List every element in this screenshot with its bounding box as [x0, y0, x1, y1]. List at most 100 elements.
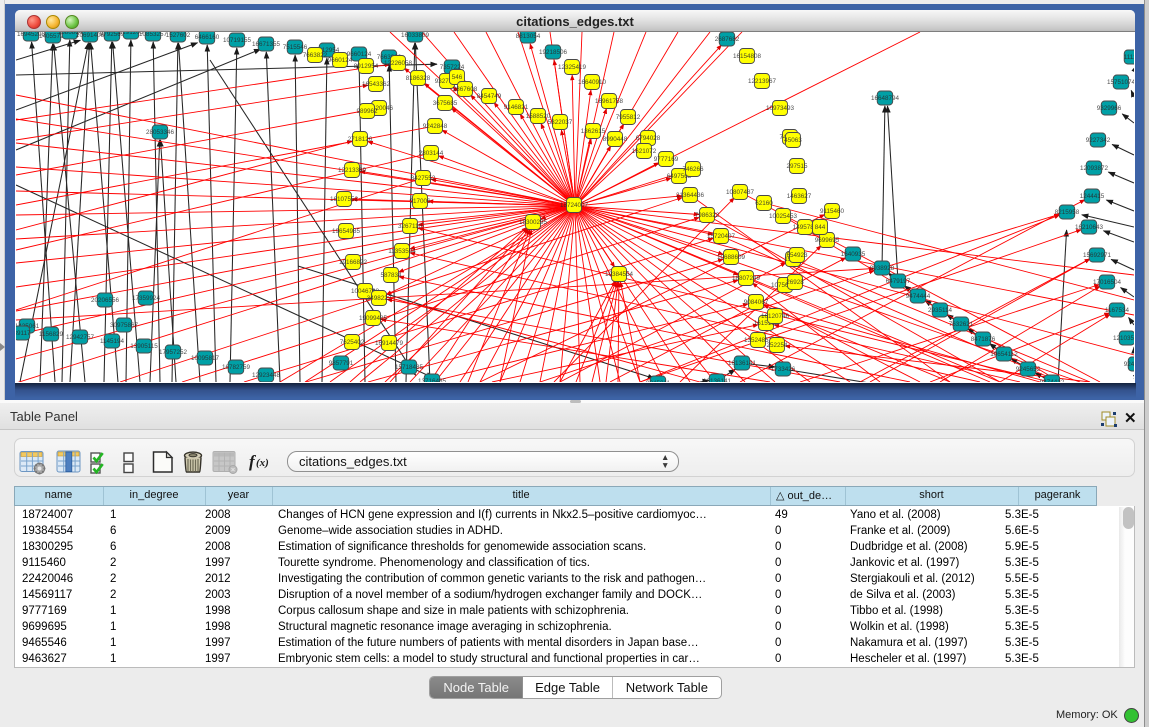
svg-text:6479197: 6479197 [886, 278, 911, 285]
svg-text:13905115: 13905115 [130, 343, 158, 350]
svg-text:30975867: 30975867 [110, 322, 139, 329]
svg-text:11124: 11124 [1124, 54, 1134, 61]
svg-text:989962: 989962 [356, 108, 378, 115]
svg-text:1167534: 1167534 [1105, 307, 1130, 314]
svg-text:12226058: 12226058 [384, 60, 413, 67]
svg-text:7986322: 7986322 [695, 212, 720, 219]
svg-text:15720407: 15720407 [707, 233, 736, 240]
svg-text:19654985: 19654985 [332, 228, 361, 235]
svg-text:10853257: 10853257 [139, 32, 168, 38]
svg-text:13716485: 13716485 [418, 378, 447, 382]
svg-text:3267110: 3267110 [398, 223, 423, 230]
svg-text:3675685: 3675685 [433, 100, 458, 107]
svg-text:18807249: 18807249 [732, 275, 761, 282]
svg-text:7632621: 7632621 [949, 321, 974, 328]
svg-text:10719155: 10719155 [223, 37, 252, 44]
svg-text:587834: 587834 [380, 272, 402, 279]
svg-text:5322037: 5322037 [548, 119, 573, 126]
svg-text:16154808: 16154808 [733, 53, 762, 60]
svg-text:9474444: 9474444 [906, 293, 931, 300]
svg-text:297515: 297515 [786, 163, 808, 170]
svg-text:12093872: 12093872 [1080, 165, 1109, 172]
svg-text:9115460: 9115460 [820, 208, 845, 215]
svg-text:21364436: 21364436 [676, 192, 705, 199]
svg-text:12213967: 12213967 [748, 78, 777, 85]
svg-text:10025453: 10025453 [769, 213, 798, 220]
svg-text:9245652: 9245652 [1016, 366, 1041, 373]
svg-text:17016504: 17016504 [1093, 279, 1122, 286]
svg-text:12325419: 12325419 [558, 64, 587, 71]
svg-text:1640935: 1640935 [841, 251, 866, 258]
svg-text:11353594: 11353594 [388, 248, 416, 255]
svg-text:19166822: 19166822 [339, 259, 368, 266]
svg-text:2803144: 2803144 [419, 150, 444, 157]
svg-text:252254: 252254 [766, 342, 788, 349]
svg-text:45063: 45063 [784, 137, 802, 144]
svg-text:1244415: 1244415 [1080, 193, 1105, 200]
svg-text:18300295: 18300295 [519, 219, 548, 226]
svg-text:2718126: 2718126 [348, 136, 373, 143]
svg-text:8427552: 8427552 [411, 175, 436, 182]
svg-text:12213369: 12213369 [338, 167, 367, 174]
svg-text:917006: 917006 [409, 198, 431, 205]
svg-text:1145194: 1145194 [100, 338, 125, 345]
svg-text:2687682: 2687682 [715, 36, 740, 43]
svg-text:7663822: 7663822 [303, 52, 328, 59]
svg-text:8990448: 8990448 [603, 136, 628, 143]
svg-text:16136141: 16136141 [703, 378, 732, 382]
svg-text:8454749: 8454749 [477, 93, 502, 100]
svg-text:7625402: 7625402 [340, 339, 365, 346]
svg-text:10688609: 10688609 [717, 254, 746, 261]
svg-text:9699695: 9699695 [815, 237, 840, 244]
svg-text:10654112: 10654112 [990, 351, 1018, 358]
svg-text:8186328: 8186328 [406, 75, 431, 82]
svg-text:8471876: 8471876 [971, 336, 996, 343]
svg-text:12942757: 12942757 [66, 334, 95, 341]
svg-text:16782759: 16782759 [222, 364, 251, 371]
svg-text:8938928: 8938928 [870, 265, 895, 272]
svg-text:9857791: 9857791 [329, 360, 354, 367]
svg-text:9245011: 9245011 [646, 380, 671, 382]
svg-text:654923: 654923 [786, 252, 808, 259]
svg-text:2935114: 2935114 [928, 307, 953, 314]
svg-text:546: 546 [452, 74, 463, 81]
svg-text:9084067: 9084067 [744, 299, 769, 306]
svg-text:16120746: 16120746 [761, 313, 790, 320]
svg-text:10807487: 10807487 [726, 189, 755, 196]
svg-text:(x): (x) [256, 457, 269, 469]
svg-text:8912954: 8912954 [354, 63, 379, 70]
svg-text:7955812: 7955812 [616, 114, 641, 121]
svg-text:1362615: 1362615 [581, 128, 606, 135]
svg-text:746266: 746266 [682, 166, 704, 173]
svg-text:1156829: 1156829 [39, 331, 64, 338]
svg-text:1621072: 1621072 [632, 148, 657, 155]
svg-text:10973493: 10973493 [766, 105, 795, 112]
svg-text:15751074: 15751074 [1107, 79, 1134, 86]
svg-text:9474412: 9474412 [1040, 379, 1065, 382]
svg-text:16543362: 16543362 [362, 81, 391, 88]
svg-text:17957252: 17957252 [159, 349, 188, 356]
svg-text:16648794: 16648794 [871, 95, 900, 102]
svg-text:9245093: 9245093 [1124, 361, 1134, 368]
svg-text:16107552: 16107552 [330, 196, 359, 203]
svg-text:9660124: 9660124 [328, 57, 353, 64]
svg-text:7515546: 7515546 [283, 44, 308, 51]
svg-text:16136141: 16136141 [728, 360, 757, 367]
svg-text:62160: 62160 [755, 200, 773, 207]
svg-text:19384554: 19384554 [605, 271, 634, 278]
svg-text:9329966: 9329966 [1097, 105, 1122, 112]
svg-text:19218506: 19218506 [539, 49, 568, 56]
svg-text:12103561: 12103561 [1113, 335, 1134, 342]
svg-text:10095817: 10095817 [191, 355, 220, 362]
svg-text:8813054: 8813054 [516, 33, 541, 40]
svg-text:12923448: 12923448 [252, 372, 281, 379]
svg-text:9146821: 9146821 [504, 104, 529, 111]
svg-text:6794028: 6794028 [636, 135, 661, 142]
svg-text:1733426: 1733426 [771, 366, 796, 373]
svg-text:28053346: 28053346 [146, 129, 175, 136]
svg-text:3498222: 3498222 [367, 295, 392, 302]
svg-text:6466160: 6466160 [195, 34, 220, 41]
svg-text:9777169: 9777169 [654, 156, 679, 163]
svg-text:9227342: 9227342 [1086, 137, 1111, 144]
svg-text:15692971: 15692971 [1083, 252, 1112, 259]
